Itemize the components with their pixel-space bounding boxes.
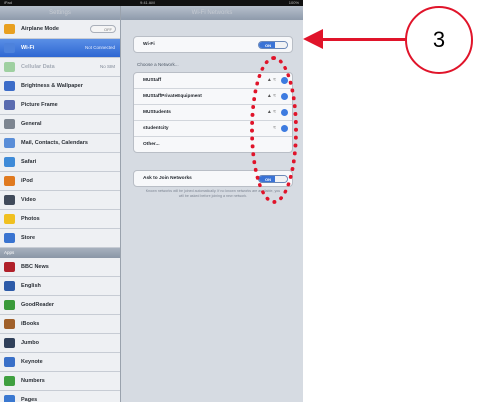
- wifi-row: Wi-Fi ON: [134, 37, 292, 52]
- sidebar-title: Settings: [0, 6, 120, 20]
- sidebar-item-label: English: [21, 283, 41, 289]
- sidebar-item-goodreader[interactable]: GoodReader: [0, 296, 120, 315]
- sidebar-item-picture-frame[interactable]: Picture Frame: [0, 96, 120, 115]
- sidebar-item-general[interactable]: General: [0, 115, 120, 134]
- goodreader-icon: [4, 300, 15, 310]
- wifi-toggle-group: Wi-Fi ON: [133, 36, 293, 53]
- sidebar-item-label: Mail, Contacts, Calendars: [21, 140, 88, 146]
- sidebar-item-airplane-mode[interactable]: Airplane Mode OFF: [0, 20, 120, 39]
- jumbo-icon: [4, 338, 15, 348]
- sidebar-item-numbers[interactable]: Numbers: [0, 372, 120, 391]
- sidebar-item-ibooks[interactable]: iBooks: [0, 315, 120, 334]
- sidebar-item-mail-contacts-calendars[interactable]: Mail, Contacts, Calendars: [0, 134, 120, 153]
- mail-icon: [4, 138, 15, 148]
- photos-icon: [4, 214, 15, 224]
- sidebar-item-label: GoodReader: [21, 302, 55, 308]
- wifi-status-value: Not Connected: [84, 45, 115, 50]
- airplane-icon: [4, 24, 15, 34]
- sidebar-item-label: Wi-Fi: [21, 45, 35, 51]
- english-icon: [4, 281, 15, 291]
- cellular-status-value: No SIM: [99, 64, 115, 69]
- sidebar-item-pages[interactable]: Pages: [0, 391, 120, 402]
- sidebar-item-label: Jumbo: [21, 340, 40, 346]
- wifi-icon: [4, 43, 15, 53]
- red-arrow-line: [320, 38, 408, 41]
- sidebar-item-photos[interactable]: Photos: [0, 210, 120, 229]
- airplane-mode-toggle[interactable]: OFF: [90, 25, 116, 33]
- cellular-icon: [4, 62, 15, 72]
- sidebar-item-label: Numbers: [21, 378, 45, 384]
- dotted-highlight-ellipse: [250, 56, 298, 204]
- sidebar-item-english[interactable]: English: [0, 277, 120, 296]
- pages-icon: [4, 395, 15, 402]
- sidebar-item-video[interactable]: Video: [0, 191, 120, 210]
- sidebar-item-label: iPod: [21, 178, 33, 184]
- ipad-screen: iPad 9:41 AM 100% Settings Airplane Mode…: [0, 0, 303, 402]
- sidebar-item-label: Cellular Data: [21, 64, 55, 70]
- gear-icon: [4, 119, 15, 129]
- network-name: MUStaff: [143, 78, 162, 83]
- sidebar-item-cellular-data[interactable]: Cellular Data No SIM: [0, 58, 120, 77]
- brightness-icon: [4, 81, 15, 91]
- sidebar-item-label: General: [21, 121, 42, 127]
- sidebar-item-bbc-news[interactable]: BBC News: [0, 258, 120, 277]
- sidebar-item-wifi[interactable]: Wi-Fi Not Connected: [0, 39, 120, 58]
- sidebar-item-label: Airplane Mode: [21, 26, 59, 32]
- network-name: MUStudents: [143, 110, 171, 115]
- sidebar-item-keynote[interactable]: Keynote: [0, 353, 120, 372]
- choose-network-label: Choose a Network...: [137, 62, 179, 67]
- sidebar-item-label: iBooks: [21, 321, 40, 327]
- sidebar-item-ipod[interactable]: iPod: [0, 172, 120, 191]
- sidebar-item-label: Keynote: [21, 359, 43, 365]
- store-icon: [4, 233, 15, 243]
- network-name: MUStaffPrivateEquipment: [143, 94, 202, 99]
- network-name: studentcity: [143, 126, 169, 131]
- sidebar-item-store[interactable]: Store: [0, 229, 120, 248]
- sidebar-item-label: Store: [21, 235, 36, 241]
- video-icon: [4, 195, 15, 205]
- wifi-label: Wi-Fi: [143, 42, 155, 47]
- picture-frame-icon: [4, 100, 15, 110]
- sidebar-item-label: Photos: [21, 216, 40, 222]
- apps-section-header: Apps: [0, 248, 120, 258]
- bbc-news-icon: [4, 262, 15, 272]
- sidebar-item-label: Pages: [21, 397, 38, 402]
- sidebar-item-label: Safari: [21, 159, 37, 165]
- sidebar-item-safari[interactable]: Safari: [0, 153, 120, 172]
- sidebar-item-brightness-wallpaper[interactable]: Brightness & Wallpaper: [0, 77, 120, 96]
- ask-to-join-label: Ask to Join Networks: [143, 176, 192, 181]
- step-number-callout: 3: [405, 6, 473, 74]
- sidebar-item-label: Picture Frame: [21, 102, 58, 108]
- ibooks-icon: [4, 319, 15, 329]
- network-name: Other...: [143, 142, 160, 147]
- page-title: Wi-Fi Networks: [121, 6, 303, 20]
- sidebar-item-label: BBC News: [21, 264, 49, 270]
- safari-icon: [4, 157, 15, 167]
- settings-sidebar: Settings Airplane Mode OFF Wi-Fi Not Con…: [0, 6, 121, 402]
- toggle-knob: [275, 42, 287, 48]
- numbers-icon: [4, 376, 15, 386]
- ipod-icon: [4, 176, 15, 186]
- sidebar-item-label: Video: [21, 197, 36, 203]
- keynote-icon: [4, 357, 15, 367]
- wifi-toggle[interactable]: ON: [258, 41, 288, 49]
- sidebar-item-jumbo[interactable]: Jumbo: [0, 334, 120, 353]
- sidebar-item-label: Brightness & Wallpaper: [21, 83, 83, 89]
